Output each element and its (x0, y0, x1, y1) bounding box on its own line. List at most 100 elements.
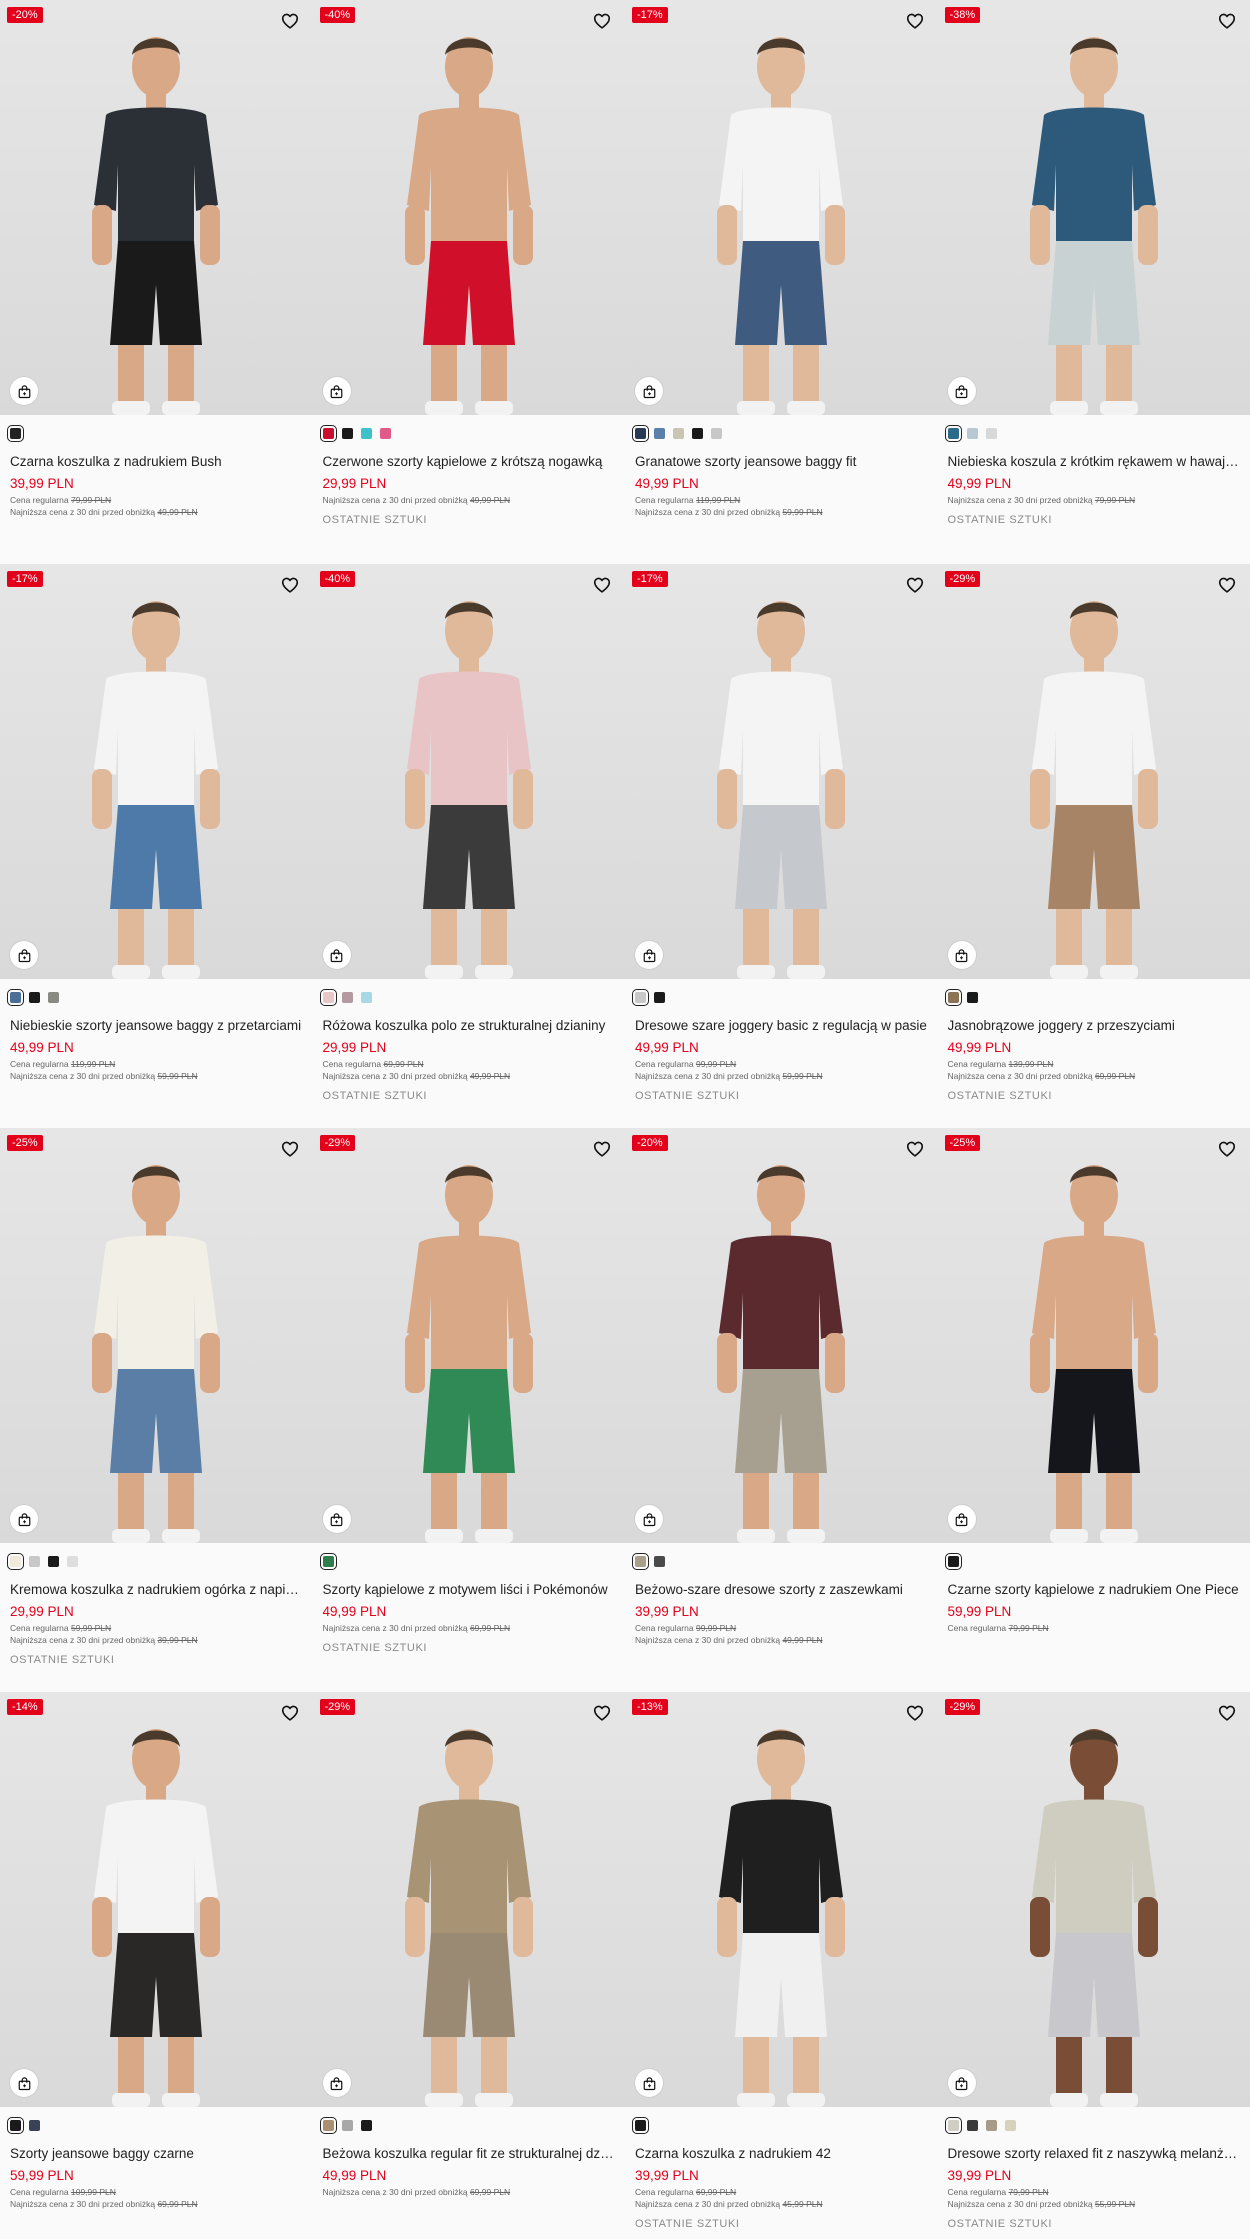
product-name[interactable]: Beżowo-szare dresowe szorty z zaszewkami (635, 1581, 928, 1598)
color-swatch[interactable] (944, 2116, 962, 2134)
product-photo[interactable]: -17% (625, 0, 938, 415)
color-swatch[interactable] (654, 1555, 665, 1567)
product-name[interactable]: Szorty jeansowe baggy czarne (10, 2145, 303, 2162)
product-photo[interactable]: -14% (0, 1692, 313, 2107)
product-photo[interactable]: -25% (0, 1128, 313, 1543)
color-swatch[interactable] (29, 1555, 40, 1567)
product-photo[interactable]: -17% (625, 564, 938, 979)
color-swatch[interactable] (360, 2119, 372, 2131)
color-swatch[interactable] (319, 988, 337, 1006)
product-photo[interactable]: -13% (625, 1692, 938, 2107)
color-swatch[interactable] (319, 424, 337, 442)
heart-icon[interactable] (1216, 1138, 1238, 1160)
color-swatch[interactable] (7, 424, 24, 442)
heart-icon[interactable] (591, 1138, 613, 1160)
heart-icon[interactable] (591, 574, 613, 596)
add-to-bag-icon[interactable] (322, 2069, 351, 2097)
color-swatch[interactable] (944, 424, 962, 442)
product-name[interactable]: Szorty kąpielowe z motywem liści i Pokém… (323, 1581, 616, 1598)
color-swatch[interactable] (632, 424, 649, 442)
add-to-bag-icon[interactable] (947, 2069, 976, 2097)
color-swatch[interactable] (48, 991, 59, 1003)
product-card[interactable]: -14% Szorty jeansowe baggy czarne 59,99 PL… (0, 1692, 313, 2239)
heart-icon[interactable] (591, 10, 613, 32)
product-photo[interactable]: -29% (937, 1692, 1250, 2107)
heart-icon[interactable] (904, 574, 926, 596)
product-photo[interactable]: -29% (937, 564, 1250, 979)
add-to-bag-icon[interactable] (10, 2069, 38, 2097)
product-name[interactable]: Dresowe szare joggery basic z regulacją … (635, 1017, 928, 1034)
product-photo[interactable]: -20% (625, 1128, 938, 1543)
product-name[interactable]: Czarna koszulka z nadrukiem Bush (10, 453, 303, 470)
color-swatch[interactable] (48, 1555, 59, 1567)
product-name[interactable]: Czarne szorty kąpielowe z nadrukiem One … (948, 1581, 1241, 1598)
product-photo[interactable]: -17% (0, 564, 313, 979)
heart-icon[interactable] (1216, 1702, 1238, 1724)
color-swatch[interactable] (944, 988, 962, 1006)
add-to-bag-icon[interactable] (947, 377, 976, 405)
color-swatch[interactable] (632, 2116, 649, 2134)
heart-icon[interactable] (279, 574, 301, 596)
product-photo[interactable]: -29% (312, 1128, 625, 1543)
color-swatch[interactable] (319, 1552, 337, 1570)
product-card[interactable]: -29% Jasnobrązowe joggery z przeszyciami 4… (937, 564, 1250, 1128)
product-photo[interactable]: -40% (312, 564, 625, 979)
add-to-bag-icon[interactable] (635, 1505, 663, 1533)
color-swatch[interactable] (29, 991, 40, 1003)
color-swatch[interactable] (1004, 2119, 1016, 2131)
product-name[interactable]: Jasnobrązowe joggery z przeszyciami (948, 1017, 1241, 1034)
product-card[interactable]: -40% Czerwone szorty kąpielowe z krótszą … (312, 0, 625, 564)
add-to-bag-icon[interactable] (10, 941, 38, 969)
product-name[interactable]: Granatowe szorty jeansowe baggy fit (635, 453, 928, 470)
heart-icon[interactable] (1216, 574, 1238, 596)
color-swatch[interactable] (944, 1552, 962, 1570)
heart-icon[interactable] (279, 1702, 301, 1724)
product-card[interactable]: -17% Niebieskie szorty jeansowe baggy z p… (0, 564, 313, 1128)
product-card[interactable]: -25% Kremowa koszulka z nadrukiem ogórka … (0, 1128, 313, 1692)
color-swatch[interactable] (360, 991, 372, 1003)
product-photo[interactable]: -40% (312, 0, 625, 415)
product-card[interactable]: -17% Dresowe szare joggery basic z regula… (625, 564, 938, 1128)
product-name[interactable]: Niebieska koszula z krótkim rękawem w ha… (948, 453, 1241, 470)
color-swatch[interactable] (29, 2119, 40, 2131)
product-photo[interactable]: -29% (312, 1692, 625, 2107)
product-name[interactable]: Dresowe szorty relaxed fit z naszywką me… (948, 2145, 1241, 2162)
add-to-bag-icon[interactable] (10, 377, 38, 405)
color-swatch[interactable] (654, 427, 665, 439)
add-to-bag-icon[interactable] (947, 941, 976, 969)
heart-icon[interactable] (904, 1702, 926, 1724)
color-swatch[interactable] (966, 427, 978, 439)
add-to-bag-icon[interactable] (635, 2069, 663, 2097)
add-to-bag-icon[interactable] (322, 941, 351, 969)
color-swatch[interactable] (632, 1552, 649, 1570)
product-name[interactable]: Kremowa koszulka z nadrukiem ogórka z na… (10, 1581, 303, 1598)
color-swatch[interactable] (341, 991, 353, 1003)
heart-icon[interactable] (279, 10, 301, 32)
add-to-bag-icon[interactable] (322, 1505, 351, 1533)
product-name[interactable]: Różowa koszulka polo ze strukturalnej dz… (323, 1017, 616, 1034)
product-name[interactable]: Beżowa koszulka regular fit ze struktura… (323, 2145, 616, 2162)
color-swatch[interactable] (360, 427, 372, 439)
product-card[interactable]: -20% Beżowo-szare dresowe szorty z zaszew… (625, 1128, 938, 1692)
add-to-bag-icon[interactable] (10, 1505, 38, 1533)
product-card[interactable]: -40% Różowa koszulka polo ze strukturalne… (312, 564, 625, 1128)
product-photo[interactable]: -38% (937, 0, 1250, 415)
color-swatch[interactable] (966, 2119, 978, 2131)
heart-icon[interactable] (904, 1138, 926, 1160)
color-swatch[interactable] (632, 988, 649, 1006)
add-to-bag-icon[interactable] (322, 377, 351, 405)
color-swatch[interactable] (7, 2116, 24, 2134)
product-card[interactable]: -29% Dresowe szorty relaxed fit z naszywk… (937, 1692, 1250, 2239)
color-swatch[interactable] (67, 1555, 78, 1567)
product-card[interactable]: -29% Szorty kąpielowe z motywem liści i P… (312, 1128, 625, 1692)
product-photo[interactable]: -25% (937, 1128, 1250, 1543)
add-to-bag-icon[interactable] (635, 941, 663, 969)
heart-icon[interactable] (279, 1138, 301, 1160)
product-card[interactable]: -17% Granatowe szorty jeansowe baggy fit 4… (625, 0, 938, 564)
color-swatch[interactable] (341, 427, 353, 439)
color-swatch[interactable] (985, 2119, 997, 2131)
heart-icon[interactable] (1216, 10, 1238, 32)
color-swatch[interactable] (985, 427, 997, 439)
product-name[interactable]: Niebieskie szorty jeansowe baggy z przet… (10, 1017, 303, 1034)
product-photo[interactable]: -20% (0, 0, 313, 415)
